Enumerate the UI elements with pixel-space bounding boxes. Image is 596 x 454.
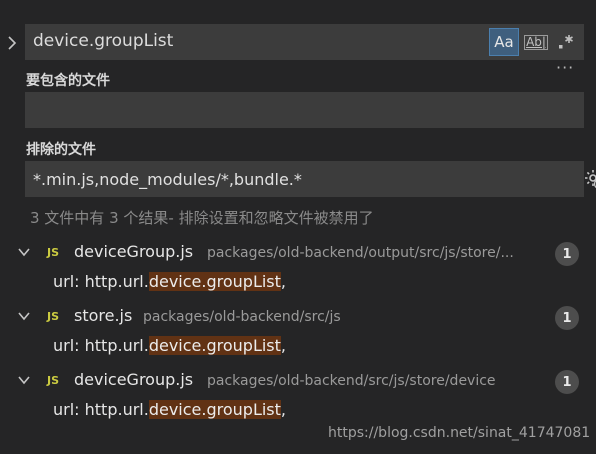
chevron-right-icon	[8, 36, 17, 50]
watermark-text: https://blog.csdn.net/sinat_41747081	[328, 425, 591, 441]
js-file-icon: JS	[47, 246, 60, 259]
match-suffix: ,	[280, 336, 286, 355]
whole-word-icon: Ab|	[524, 34, 548, 50]
result-file-name: store.js	[74, 306, 133, 325]
js-file-icon: JS	[47, 374, 60, 387]
chevron-down-icon[interactable]	[17, 245, 31, 259]
search-input[interactable]: device.groupList Aa Ab|	[25, 24, 584, 60]
exclude-files-value[interactable]: *.min.js,node_modules/*,bundle.*	[33, 170, 302, 189]
match-highlight: device.groupList	[148, 336, 281, 355]
result-match-line[interactable]: url: http.url.device.groupList,	[53, 336, 286, 355]
result-count-badge: 1	[555, 242, 579, 266]
match-case-button[interactable]: Aa	[489, 28, 519, 56]
search-query[interactable]: device.groupList	[33, 31, 173, 51]
use-regex-button[interactable]	[553, 28, 579, 56]
match-suffix: ,	[280, 272, 286, 291]
result-file-row[interactable]: JS deviceGroup.js packages/old-backend/o…	[0, 238, 596, 268]
match-case-icon: Aa	[494, 33, 514, 51]
result-file-row[interactable]: JS deviceGroup.js packages/old-backend/s…	[0, 366, 596, 396]
toggle-replace-chevron[interactable]	[3, 30, 21, 56]
result-count-badge: 1	[555, 370, 579, 394]
result-file-path: packages/old-backend/src/js	[143, 309, 341, 325]
result-file-path: packages/old-backend/src/js/store/device	[207, 373, 496, 389]
match-highlight: device.groupList	[148, 400, 281, 419]
match-prefix: url: http.url.	[53, 400, 149, 419]
toggle-search-details-button[interactable]: ···	[556, 58, 574, 77]
include-files-input[interactable]	[25, 92, 584, 128]
more-icon: ···	[556, 58, 575, 77]
result-file-name: deviceGroup.js	[74, 370, 194, 389]
match-highlight: device.groupList	[148, 272, 281, 291]
use-exclude-settings-gear-icon[interactable]	[583, 168, 596, 190]
results-summary: 3 文件中有 3 个结果- 排除设置和忽略文件被禁用了	[30, 209, 374, 227]
result-file-path: packages/old-backend/output/src/js/store…	[207, 245, 514, 261]
result-match-line[interactable]: url: http.url.device.groupList,	[53, 272, 286, 291]
chevron-down-icon[interactable]	[17, 309, 31, 323]
match-prefix: url: http.url.	[53, 336, 149, 355]
result-file-name: deviceGroup.js	[74, 242, 194, 261]
match-suffix: ,	[280, 400, 286, 419]
chevron-down-icon[interactable]	[17, 373, 31, 387]
result-file-row[interactable]: JS store.js packages/old-backend/src/js …	[0, 302, 596, 332]
exclude-files-input[interactable]: *.min.js,node_modules/*,bundle.*	[25, 161, 596, 197]
match-whole-word-button[interactable]: Ab|	[523, 28, 549, 56]
include-files-label: 要包含的文件	[26, 73, 110, 89]
js-file-icon: JS	[47, 310, 60, 323]
match-prefix: url: http.url.	[53, 272, 149, 291]
result-match-line[interactable]: url: http.url.device.groupList,	[53, 400, 286, 419]
exclude-files-label: 排除的文件	[26, 142, 96, 158]
result-count-badge: 1	[555, 306, 579, 330]
regex-icon	[559, 35, 573, 49]
